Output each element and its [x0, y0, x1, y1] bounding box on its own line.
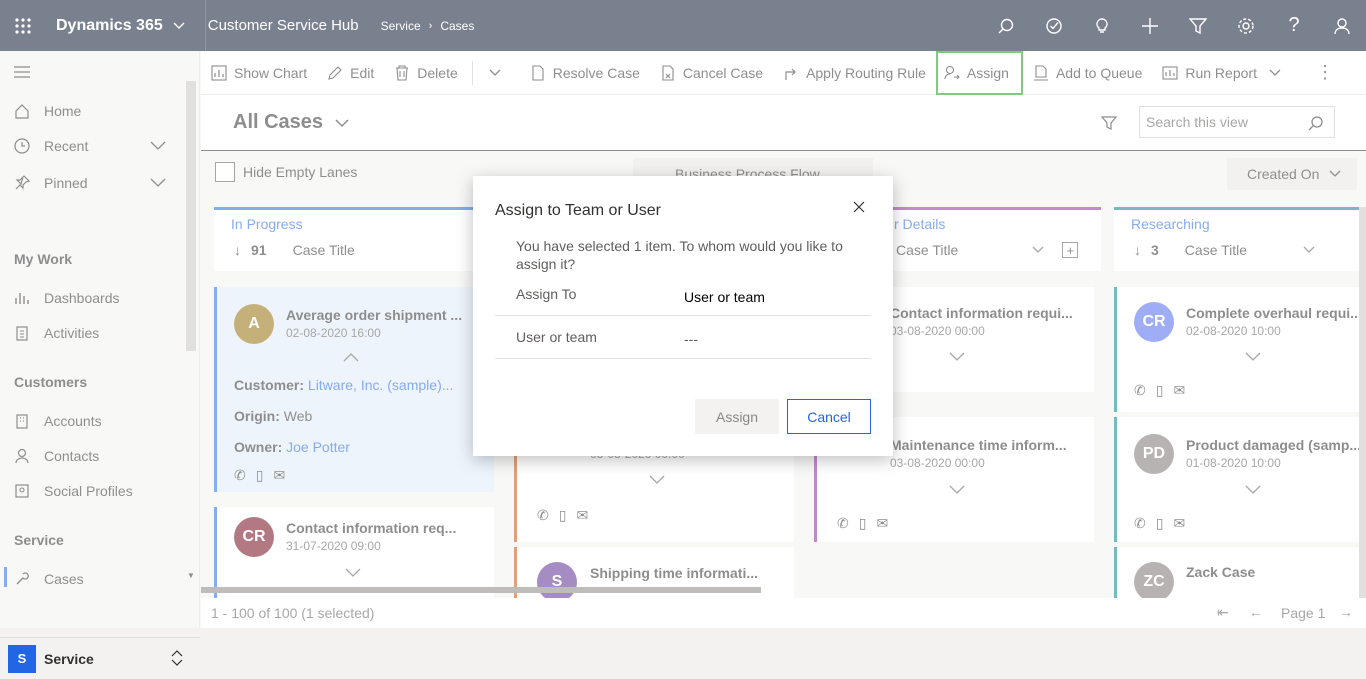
close-icon[interactable]: [853, 200, 865, 216]
user-or-team-label: User or team: [516, 329, 597, 345]
assign-dialog-button[interactable]: Assign: [695, 399, 779, 434]
area-switcher[interactable]: S Service: [0, 637, 200, 679]
area-badge: S: [8, 644, 36, 673]
assign-to-select[interactable]: User or team: [684, 289, 765, 305]
user-or-team-lookup[interactable]: ---: [684, 331, 698, 347]
cancel-button[interactable]: Cancel: [787, 399, 871, 434]
chevron-updown-icon: [170, 649, 184, 670]
assign-dialog: Assign to Team or User You have selected…: [473, 176, 893, 456]
dialog-message: You have selected 1 item. To whom would …: [516, 238, 843, 272]
area-label: Service: [44, 650, 94, 667]
dialog-title: Assign to Team or User: [495, 202, 661, 219]
divider: [495, 358, 871, 359]
divider: [495, 315, 871, 316]
assign-to-label: Assign To: [516, 286, 577, 302]
